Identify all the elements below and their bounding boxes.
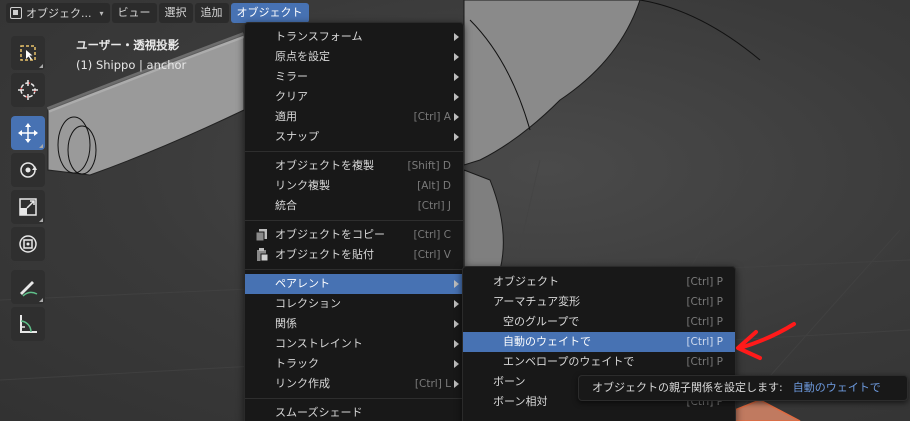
object-mode-icon	[10, 7, 22, 19]
tool-move[interactable]	[11, 116, 45, 150]
cursor-icon	[18, 80, 38, 100]
submenu-arrow-icon	[454, 53, 459, 61]
menu-add[interactable]: 追加	[194, 3, 229, 23]
submenu-arrow-icon	[454, 93, 459, 101]
submenu-arrow-icon	[454, 113, 459, 121]
shortcut-label: [Ctrl] P	[686, 276, 723, 288]
menu-item-paste-objects[interactable]: オブジェクトを貼付 [Ctrl] V	[245, 245, 463, 265]
mode-selector[interactable]: オブジェク... ▾	[6, 3, 110, 23]
object-menu: トランスフォーム 原点を設定 ミラー クリア 適用 [Ctrl] A スナップ オ…	[244, 22, 464, 421]
parent-item-envelope-weights[interactable]: エンベロープのウェイトで [Ctrl] P	[463, 352, 735, 372]
parent-item-object[interactable]: オブジェクト [Ctrl] P	[463, 272, 735, 292]
menu-view[interactable]: ビュー	[111, 3, 157, 23]
annotate-icon	[20, 281, 38, 297]
tooltip-text: オブジェクトの親子関係を設定します:	[592, 381, 783, 394]
parent-item-armature-deform[interactable]: アーマチュア変形 [Ctrl] P	[463, 292, 735, 312]
tooltip: オブジェクトの親子関係を設定します: 自動のウェイトで	[578, 375, 908, 401]
menu-item-parent[interactable]: ペアレント	[245, 274, 463, 294]
menu-item-collection[interactable]: コレクション	[245, 294, 463, 314]
menu-item-shade-smooth[interactable]: スムーズシェード	[245, 403, 463, 421]
tool-measure[interactable]	[11, 307, 45, 341]
shortcut-label: [Ctrl] A	[413, 111, 451, 123]
transform-icon	[19, 235, 37, 253]
submenu-arrow-icon	[454, 320, 459, 328]
menu-item-relations[interactable]: 関係	[245, 314, 463, 334]
chevron-down-icon: ▾	[99, 8, 104, 18]
tool-select-box[interactable]	[11, 36, 45, 70]
shortcut-label: [Ctrl] L	[414, 378, 451, 390]
menu-item-snap[interactable]: スナップ	[245, 127, 463, 147]
submenu-arrow-icon	[454, 280, 459, 288]
menu-item-set-origin[interactable]: 原点を設定	[245, 47, 463, 67]
menu-separator	[245, 151, 463, 152]
view-name: ユーザー・透視投影	[76, 38, 180, 52]
menu-object[interactable]: オブジェクト	[230, 3, 309, 23]
submenu-arrow-icon	[454, 360, 459, 368]
submenu-arrow-icon	[454, 380, 459, 388]
shortcut-label: [Ctrl] P	[686, 316, 723, 328]
shortcut-label: [Alt] D	[417, 180, 451, 192]
select-box-icon	[20, 45, 36, 61]
menu-separator	[245, 398, 463, 399]
measure-icon	[20, 315, 37, 333]
menu-item-track[interactable]: トラック	[245, 354, 463, 374]
shortcut-label: [Ctrl] J	[417, 200, 451, 212]
shortcut-label: [Ctrl] V	[413, 249, 451, 261]
parent-item-empty-groups[interactable]: 空のグループで [Ctrl] P	[463, 312, 735, 332]
move-icon	[18, 123, 38, 143]
menu-item-duplicate-linked[interactable]: リンク複製 [Alt] D	[245, 176, 463, 196]
tool-shelf	[8, 36, 48, 344]
tool-cursor[interactable]	[11, 73, 45, 107]
menu-item-copy-objects[interactable]: オブジェクトをコピー [Ctrl] C	[245, 225, 463, 245]
tooltip-value: 自動のウェイトで	[792, 381, 881, 394]
tool-annotate[interactable]	[11, 270, 45, 304]
submenu-arrow-icon	[454, 340, 459, 348]
menu-item-clear[interactable]: クリア	[245, 87, 463, 107]
shortcut-label: [Ctrl] P	[686, 336, 723, 348]
parent-item-automatic-weights[interactable]: 自動のウェイトで [Ctrl] P	[463, 332, 735, 352]
rotate-icon	[20, 162, 37, 178]
menu-item-link-transfer[interactable]: リンク作成 [Ctrl] L	[245, 374, 463, 394]
shortcut-label: [Ctrl] C	[413, 229, 451, 241]
menu-item-mirror[interactable]: ミラー	[245, 67, 463, 87]
menu-item-apply[interactable]: 適用 [Ctrl] A	[245, 107, 463, 127]
menu-item-transform[interactable]: トランスフォーム	[245, 27, 463, 47]
submenu-arrow-icon	[454, 300, 459, 308]
shortcut-label: [Shift] D	[407, 160, 451, 172]
annotation-arrow-icon	[736, 322, 796, 360]
object-info: (1) Shippo | anchor	[76, 58, 187, 72]
viewport-info: ユーザー・透視投影 (1) Shippo | anchor	[76, 35, 186, 75]
tool-transform[interactable]	[11, 227, 45, 261]
menu-separator	[245, 220, 463, 221]
submenu-arrow-icon	[454, 133, 459, 141]
copy-icon	[255, 229, 267, 242]
menu-item-constraint[interactable]: コンストレイント	[245, 334, 463, 354]
tool-scale[interactable]	[11, 190, 45, 224]
submenu-arrow-icon	[454, 73, 459, 81]
menu-select[interactable]: 選択	[158, 3, 193, 23]
shortcut-label: [Ctrl] P	[686, 356, 723, 368]
menu-separator	[245, 269, 463, 270]
mode-label: オブジェク...	[26, 7, 92, 20]
scale-icon	[19, 198, 37, 216]
submenu-arrow-icon	[454, 33, 459, 41]
menu-item-join[interactable]: 統合 [Ctrl] J	[245, 196, 463, 216]
tool-rotate[interactable]	[11, 153, 45, 187]
paste-icon	[257, 248, 269, 262]
menu-item-duplicate[interactable]: オブジェクトを複製 [Shift] D	[245, 156, 463, 176]
shortcut-label: [Ctrl] P	[686, 296, 723, 308]
